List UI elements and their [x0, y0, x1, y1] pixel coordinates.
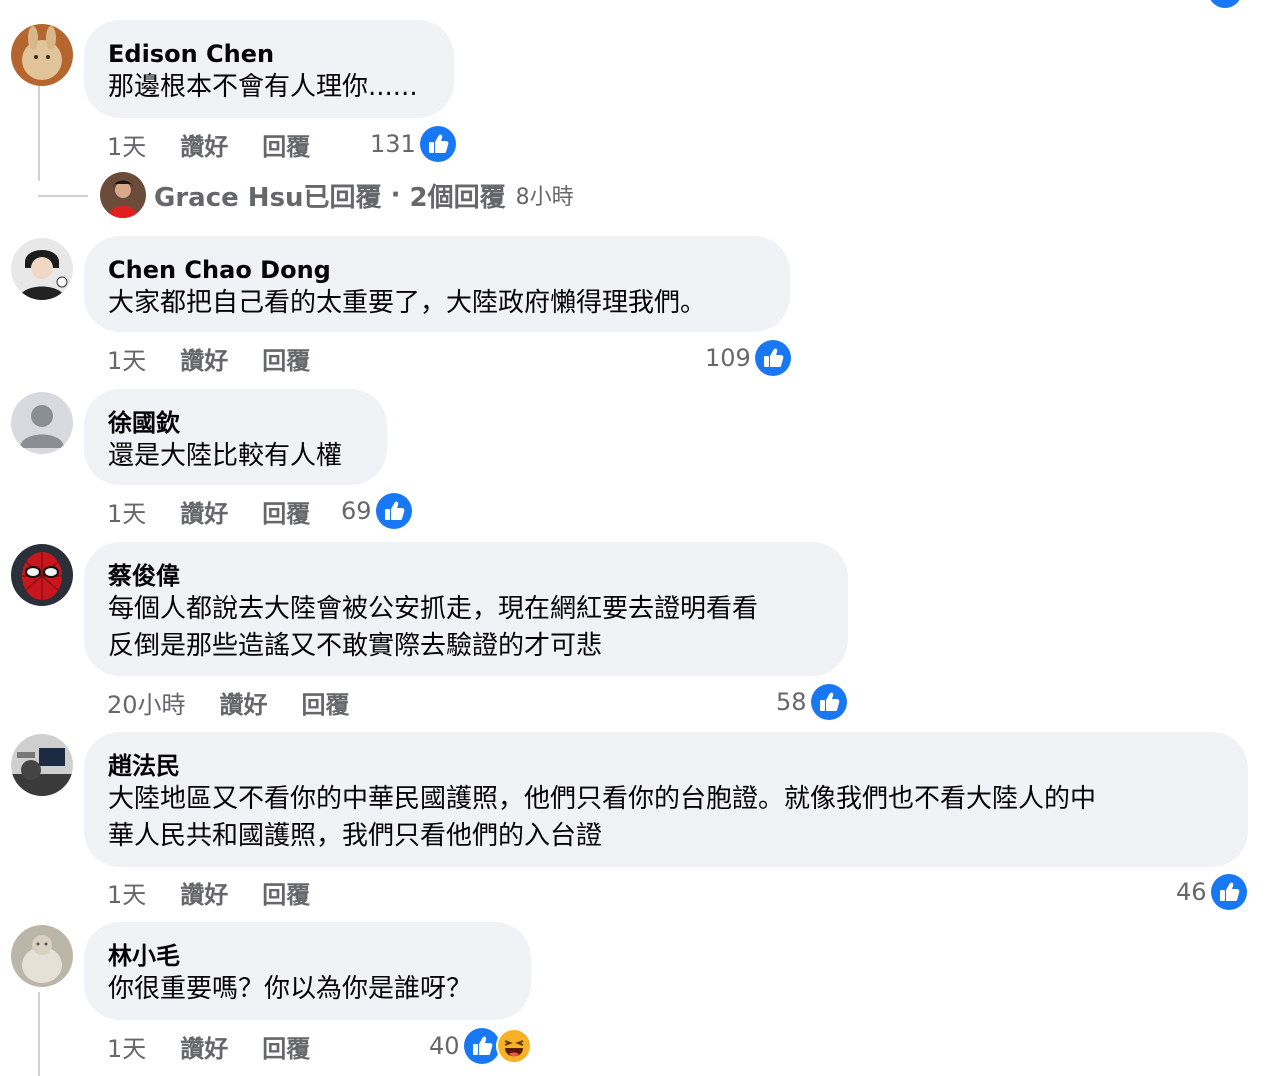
reply-button[interactable]: 回覆 — [262, 875, 310, 910]
reply-button[interactable]: 回覆 — [262, 127, 310, 162]
comment-bubble: Chen Chao Dong 大家都把自己看的太重要了，大陸政府懶得理我們。 — [84, 236, 790, 332]
comment-text: 大家都把自己看的太重要了，大陸政府懶得理我們。 — [108, 288, 707, 318]
comment-author[interactable]: 徐國欽 — [108, 408, 363, 438]
reaction-count: 69 — [341, 497, 372, 525]
like-button[interactable]: 讚好 — [180, 875, 228, 910]
reaction-summary[interactable]: 131 — [370, 124, 456, 164]
thread-line-top — [38, 86, 40, 181]
reply-button[interactable]: 回覆 — [262, 1029, 310, 1064]
replies-time: 8小時 — [515, 185, 574, 210]
comment-time[interactable]: 1天 — [107, 1029, 146, 1064]
comment-bubble: 徐國欽 還是大陸比較有人權 — [84, 389, 387, 485]
comment-author[interactable]: Edison Chen — [108, 39, 430, 69]
reaction-count: 131 — [370, 130, 416, 158]
comment-text: 還是大陸比較有人權 — [108, 441, 343, 471]
comment-text: 每個人都說去大陸會被公安抓走，現在網紅要去證明看看 反倒是那些造謠又不敢實際去驗… — [108, 594, 759, 661]
comment-time[interactable]: 20小時 — [107, 685, 186, 720]
comment-author[interactable]: 林小毛 — [108, 941, 507, 971]
avatar[interactable] — [11, 544, 73, 606]
avatar[interactable] — [11, 734, 73, 796]
avatar[interactable] — [11, 24, 73, 86]
comment-text: 大陸地區又不看你的中華民國護照，他們只看你的台胞證。就像我們也不看大陸人的中 華… — [108, 784, 1097, 851]
reaction-summary[interactable]: 40 — [429, 1026, 532, 1066]
comment-time[interactable]: 1天 — [107, 494, 146, 529]
replies-count: 2個回覆 — [409, 182, 506, 213]
thread-line-bottom — [38, 992, 40, 1076]
comment-actions: 1天 讚好 回覆 — [107, 872, 310, 912]
comment-author[interactable]: 趙法民 — [108, 751, 1224, 781]
replies-name: Grace Hsu已回覆 — [154, 182, 382, 213]
like-button[interactable]: 讚好 — [180, 494, 228, 529]
comment-actions: 1天 讚好 回覆 — [107, 338, 310, 378]
like-icon — [1210, 874, 1247, 910]
reaction-count: 40 — [429, 1032, 460, 1060]
replies-sep: · — [381, 180, 410, 210]
comment-actions: 20小時 讚好 回覆 — [107, 682, 350, 722]
like-button[interactable]: 讚好 — [180, 127, 228, 162]
reaction-count: 109 — [705, 344, 751, 372]
haha-icon — [495, 1028, 532, 1064]
comment-bubble: 蔡俊偉 每個人都說去大陸會被公安抓走，現在網紅要去證明看看 反倒是那些造謠又不敢… — [84, 542, 848, 676]
comment-author[interactable]: 蔡俊偉 — [108, 561, 824, 591]
reaction-summary[interactable]: 69 — [341, 491, 412, 531]
comment-actions: 1天 讚好 回覆 — [107, 491, 310, 531]
reply-button[interactable]: 回覆 — [262, 494, 310, 529]
like-icon — [375, 493, 412, 529]
like-button[interactable]: 讚好 — [180, 341, 228, 376]
like-icon — [419, 126, 456, 162]
comment-text: 那邊根本不會有人理你...... — [108, 72, 418, 102]
like-icon — [754, 340, 791, 376]
comment-time[interactable]: 1天 — [107, 341, 146, 376]
comment-bubble: 趙法民 大陸地區又不看你的中華民國護照，他們只看你的台胞證。就像我們也不看大陸人… — [84, 732, 1248, 867]
comment-actions: 1天 讚好 回覆 — [107, 124, 310, 164]
like-button[interactable]: 讚好 — [180, 1029, 228, 1064]
comment-bubble: 林小毛 你很重要嗎？你以為你是誰呀？ — [84, 922, 531, 1020]
comment-bubble: Edison Chen 那邊根本不會有人理你...... — [84, 20, 454, 118]
like-button[interactable]: 讚好 — [220, 685, 268, 720]
like-icon — [810, 684, 847, 720]
reaction-count: 58 — [776, 688, 807, 716]
like-icon — [463, 1028, 500, 1064]
reaction-summary[interactable]: 109 — [705, 338, 791, 378]
avatar[interactable] — [11, 238, 73, 300]
reply-button[interactable]: 回覆 — [262, 341, 310, 376]
reply-avatar — [100, 172, 146, 218]
like-icon — [1208, 0, 1242, 8]
avatar[interactable] — [11, 925, 73, 987]
reaction-summary[interactable]: 46 — [1176, 872, 1247, 912]
comment-time[interactable]: 1天 — [107, 875, 146, 910]
comment-text: 你很重要嗎？你以為你是誰呀？ — [108, 974, 473, 1004]
comment-actions: 1天 讚好 回覆 — [107, 1026, 310, 1066]
default-avatar-icon[interactable] — [11, 392, 73, 454]
reply-button[interactable]: 回覆 — [302, 685, 350, 720]
reaction-summary[interactable]: 58 — [776, 682, 847, 722]
comment-time[interactable]: 1天 — [107, 127, 146, 162]
thread-line-branch — [38, 195, 88, 197]
comment-author[interactable]: Chen Chao Dong — [108, 255, 766, 285]
view-replies-link[interactable]: Grace Hsu已回覆 · 2個回覆 8小時 — [100, 171, 574, 219]
reaction-count: 46 — [1176, 878, 1207, 906]
